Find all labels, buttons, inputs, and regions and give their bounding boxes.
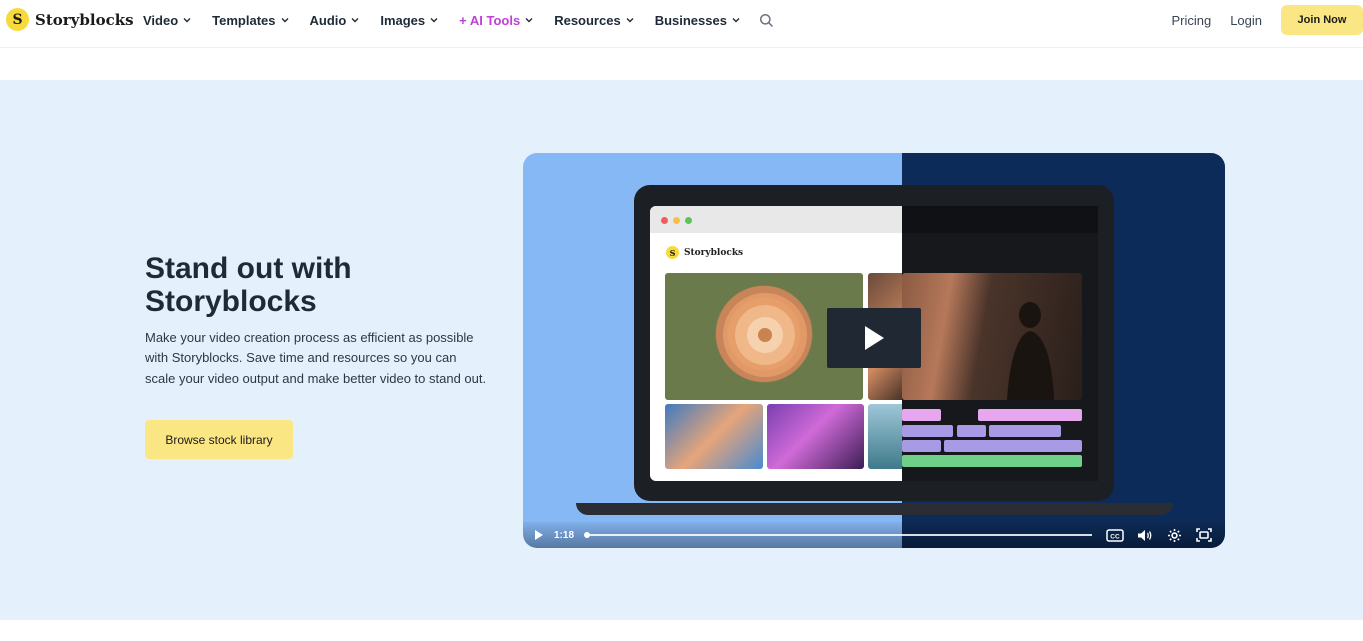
progress-knob[interactable] xyxy=(584,532,591,538)
painter-silhouette xyxy=(1007,302,1054,400)
timeline-clip xyxy=(902,425,953,437)
fullscreen-button[interactable] xyxy=(1196,528,1212,542)
menu-item-label: + AI Tools xyxy=(459,12,521,28)
timeline-clip xyxy=(902,440,941,452)
coast-thumbnail xyxy=(868,404,902,469)
play-icon xyxy=(535,530,543,540)
chevron-down-icon xyxy=(732,18,740,23)
settings-button[interactable] xyxy=(1167,528,1182,543)
join-now-button[interactable]: Join Now xyxy=(1281,5,1363,35)
logo-text: Storyblocks xyxy=(35,10,134,29)
painter-thumbnail xyxy=(902,273,1082,400)
laptop-base xyxy=(576,503,1173,515)
menu-item-images[interactable]: Images xyxy=(370,13,449,28)
chevron-down-icon xyxy=(626,18,634,23)
progress-bar[interactable] xyxy=(584,532,1093,538)
menu-item-label: Businesses xyxy=(654,12,727,28)
logo-mark-icon: S xyxy=(666,246,679,259)
menu-item-ai-tools[interactable]: + AI Tools xyxy=(449,13,544,28)
menu-item-resources[interactable]: Resources xyxy=(544,13,644,28)
timeline-clip xyxy=(957,425,986,437)
top-navigation: S Storyblocks Video Templates Audio Imag… xyxy=(0,0,1363,48)
menu-item-video[interactable]: Video xyxy=(133,13,202,28)
pricing-link[interactable]: Pricing xyxy=(1171,13,1211,28)
settings-icon xyxy=(1168,528,1182,542)
player-controls: 1:18 CC xyxy=(523,522,1225,548)
menu-item-label: Video xyxy=(143,12,179,28)
fullscreen-icon xyxy=(1196,528,1212,542)
timeline-clip xyxy=(978,409,1082,421)
timeline-clip xyxy=(989,425,1061,437)
play-button[interactable] xyxy=(534,529,544,541)
svg-text:CC: CC xyxy=(1110,533,1120,540)
menu-item-templates[interactable]: Templates xyxy=(202,13,299,28)
menu-item-businesses[interactable]: Businesses xyxy=(645,13,751,28)
search-icon xyxy=(759,13,773,27)
timeline-clip xyxy=(944,440,1082,452)
window-close-dot xyxy=(661,217,668,224)
screen-logo: S Storyblocks xyxy=(666,246,743,259)
play-overlay-button[interactable] xyxy=(827,308,921,368)
play-icon xyxy=(865,326,884,350)
video-player[interactable]: S Storyblocks 1:18 CC xyxy=(523,153,1225,548)
chevron-down-icon xyxy=(525,18,533,23)
painting-hands-thumbnail xyxy=(665,404,763,469)
captions-icon: CC xyxy=(1106,528,1124,542)
chevron-down-icon xyxy=(430,18,438,23)
login-link[interactable]: Login xyxy=(1230,13,1262,28)
menu-item-label: Audio xyxy=(309,12,347,28)
browser-bar-dark xyxy=(902,206,1098,233)
captions-button[interactable]: CC xyxy=(1106,528,1124,542)
menu-item-label: Templates xyxy=(212,12,276,28)
browse-stock-library-button[interactable]: Browse stock library xyxy=(145,420,293,459)
main-menu: Video Templates Audio Images + AI Tools … xyxy=(133,0,774,40)
menu-item-label: Resources xyxy=(554,12,621,28)
hero-description: Make your video creation process as effi… xyxy=(145,330,487,386)
laptop-screen-dark xyxy=(902,206,1098,481)
timeline-clip-audio xyxy=(902,455,1082,467)
purple-portrait-thumbnail xyxy=(767,404,864,469)
hero-title: Stand out with Storyblocks xyxy=(145,252,352,318)
logo-mark-icon: S xyxy=(6,8,29,31)
window-minimize-dot xyxy=(673,217,680,224)
current-time: 1:18 xyxy=(554,529,575,541)
volume-button[interactable] xyxy=(1137,529,1153,542)
chevron-down-icon xyxy=(281,18,289,23)
browser-bar xyxy=(650,206,902,233)
account-nav: Pricing Login Join Now xyxy=(1171,5,1363,35)
window-maximize-dot xyxy=(685,217,692,224)
menu-item-label: Images xyxy=(380,12,426,28)
search-button[interactable] xyxy=(759,13,774,28)
chevron-down-icon xyxy=(183,18,191,23)
volume-icon xyxy=(1138,529,1152,541)
screen-brand-text: Storyblocks xyxy=(684,247,744,258)
chevron-down-icon xyxy=(351,18,359,23)
timeline-clip xyxy=(902,409,941,421)
storyblocks-logo[interactable]: S Storyblocks xyxy=(6,8,134,31)
menu-item-audio[interactable]: Audio xyxy=(300,13,371,28)
